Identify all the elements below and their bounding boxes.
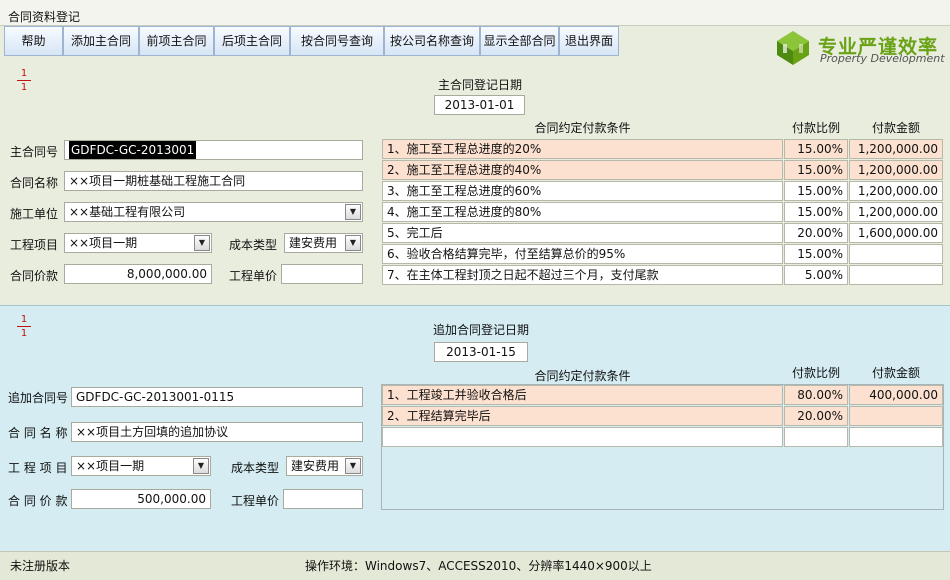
addendum-term-amount-cell[interactable] [849,427,943,447]
main-term-ratio-cell[interactable]: 20.00% [784,223,848,243]
addendum-ratio-header: 付款比例 [791,366,840,380]
main-terms-header: 合同约定付款条件 [534,121,631,135]
main-term-amount-cell[interactable] [849,265,943,285]
main-term-amount-cell[interactable]: 1,200,000.00 [849,181,943,201]
addendum-record-total: 1 [20,328,28,339]
contractor-select[interactable]: ××基础工程有限公司 ▼ [64,202,363,222]
main-term-cond-cell[interactable]: 4、施工至工程总进度的80% [382,202,783,222]
next-main-contract-button[interactable]: 后项主合同 [214,26,290,56]
main-record-total: 1 [20,82,28,93]
prev-main-contract-button[interactable]: 前项主合同 [139,26,214,56]
addendum-term-amount-cell[interactable]: 400,000.00 [849,385,943,405]
addendum-term-ratio-cell[interactable]: 80.00% [784,385,848,405]
main-cost-type-value: 建安费用 [289,236,338,250]
addendum-term-ratio-cell[interactable]: 20.00% [784,406,848,426]
main-term-amount-cell[interactable] [849,244,943,264]
main-term-ratio-cell[interactable]: 15.00% [784,139,848,159]
chevron-down-icon[interactable]: ▼ [345,235,361,251]
main-term-cond-cell[interactable]: 7、在主体工程封顶之日起不超过三个月，支付尾款 [382,265,783,285]
addendum-amount-header: 付款金额 [871,366,920,380]
addendum-cost-type-label: 成本类型 [231,461,280,475]
addendum-cost-type-select[interactable]: 建安费用 ▼ [286,456,363,476]
chevron-down-icon[interactable]: ▼ [345,204,361,220]
main-ratio-header: 付款比例 [791,121,840,135]
main-term-amount-cell[interactable]: 1,600,000.00 [849,223,943,243]
main-amount-header: 付款金额 [871,121,920,135]
addendum-date-label: 追加合同登记日期 [433,323,530,337]
main-cost-type-label: 成本类型 [229,238,278,252]
show-all-contracts-button[interactable]: 显示全部合同 [480,26,559,56]
main-term-cond-cell[interactable]: 6、验收合格结算完毕，付至结算总价的95% [382,244,783,264]
main-cost-type-select[interactable]: 建安费用 ▼ [284,233,363,253]
main-term-ratio-cell[interactable]: 15.00% [784,202,848,222]
query-by-company-button[interactable]: 按公司名称查询 [384,26,480,56]
main-project-select[interactable]: ××项目一期 ▼ [64,233,212,253]
chevron-down-icon[interactable]: ▼ [194,235,210,251]
addendum-record-current: 1 [17,313,31,327]
main-term-cond-cell[interactable]: 2、施工至工程总进度的40% [382,160,783,180]
exit-button[interactable]: 退出界面 [559,26,619,56]
main-contract-name-field[interactable]: ××项目一期桩基础工程施工合同 [64,171,363,191]
main-term-amount-cell[interactable]: 1,200,000.00 [849,139,943,159]
addendum-cost-type-value: 建安费用 [291,459,340,473]
main-term-cond-cell[interactable]: 3、施工至工程总进度的60% [382,181,783,201]
contractor-value: ××基础工程有限公司 [69,205,186,219]
main-unit-price-label: 工程单价 [229,269,278,283]
addendum-project-value: ××项目一期 [76,459,145,473]
building-logo-icon [777,31,809,65]
main-contract-no-field[interactable]: GDFDC-GC-2013001 [64,140,363,160]
main-term-amount-cell[interactable]: 1,200,000.00 [849,202,943,222]
addendum-term-amount-cell[interactable] [849,406,943,426]
addendum-term-cond-cell[interactable]: 1、工程竣工并验收合格后 [382,385,783,405]
addendum-price-field[interactable]: 500,000.00 [71,489,211,509]
addendum-price-label: 合 同 价 款 [8,494,68,508]
main-term-cond-cell[interactable]: 1、施工至工程总进度的20% [382,139,783,159]
addendum-contract-no-label: 追加合同号 [8,391,69,405]
query-by-contract-no-button[interactable]: 按合同号查询 [290,26,384,56]
main-term-ratio-cell[interactable]: 15.00% [784,181,848,201]
main-record-current: 1 [17,67,31,81]
main-price-field[interactable]: 8,000,000.00 [64,264,212,284]
main-project-value: ××项目一期 [69,236,138,250]
contractor-label: 施工单位 [10,207,59,221]
environment-status: 操作环境：Windows7、ACCESS2010、分辨率1440×900以上 [305,559,652,573]
main-contract-no-label: 主合同号 [10,145,59,159]
addendum-contract-no-field[interactable]: GDFDC-GC-2013001-0115 [71,387,363,407]
addendum-contract-name-label: 合 同 名 称 [8,426,68,440]
addendum-project-select[interactable]: ××项目一期 ▼ [71,456,211,476]
main-record-counter: 1 1 [17,67,31,95]
main-date-label: 主合同登记日期 [438,78,523,92]
addendum-unit-price-label: 工程单价 [231,494,280,508]
chevron-down-icon[interactable]: ▼ [193,458,209,474]
addendum-term-cond-cell[interactable] [382,427,783,447]
main-contract-no-value: GDFDC-GC-2013001 [69,141,197,159]
addendum-project-label: 工 程 项 目 [8,461,68,475]
help-button[interactable]: 帮助 [4,26,63,56]
add-main-contract-button[interactable]: 添加主合同 [63,26,139,56]
main-term-amount-cell[interactable]: 1,200,000.00 [849,160,943,180]
addendum-unit-price-field[interactable] [283,489,363,509]
addendum-term-ratio-cell[interactable] [784,427,848,447]
main-term-cond-cell[interactable]: 5、完工后 [382,223,783,243]
addendum-contract-name-field[interactable]: ××项目土方回填的追加协议 [71,422,363,442]
main-term-ratio-cell[interactable]: 15.00% [784,244,848,264]
window-title: 合同资料登记 [0,0,950,26]
main-term-ratio-cell[interactable]: 15.00% [784,160,848,180]
main-price-label: 合同价款 [10,269,59,283]
chevron-down-icon[interactable]: ▼ [345,458,361,474]
addendum-date-field[interactable]: 2013-01-15 [434,342,528,362]
main-term-ratio-cell[interactable]: 5.00% [784,265,848,285]
addendum-terms-header: 合同约定付款条件 [534,369,631,383]
main-date-field[interactable]: 2013-01-01 [434,95,525,115]
addendum-term-cond-cell[interactable]: 2、工程结算完毕后 [382,406,783,426]
main-contract-name-label: 合同名称 [10,176,59,190]
addendum-record-counter: 1 1 [17,313,31,341]
main-project-label: 工程项目 [10,238,59,252]
main-unit-price-field[interactable] [281,264,363,284]
version-status: 未注册版本 [10,559,71,573]
logo-subtitle: Property Development [820,52,945,65]
